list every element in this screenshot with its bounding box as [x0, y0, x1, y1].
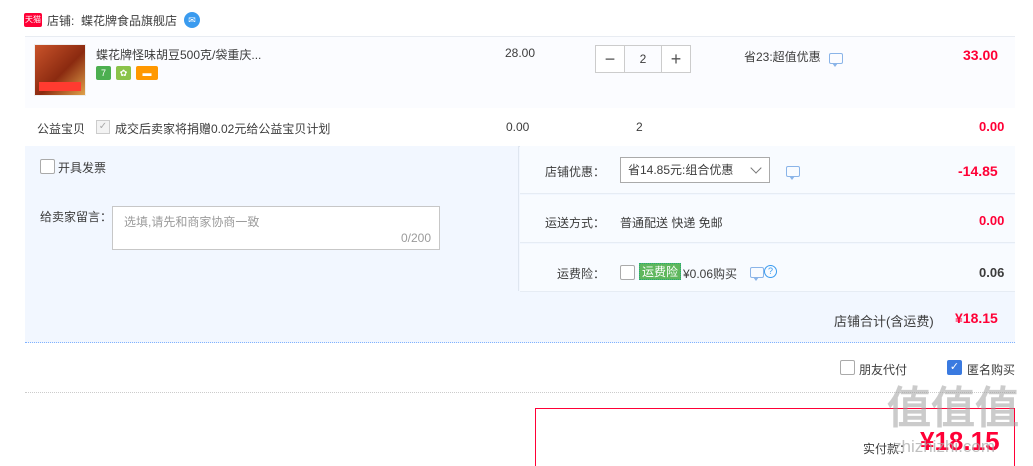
store-total-label: 店铺合计(含运费): [834, 314, 934, 329]
medal-icon[interactable]: ✿: [116, 66, 131, 80]
invoice-label[interactable]: 开具发票: [58, 159, 106, 176]
insurance-message-icon[interactable]: [750, 267, 764, 281]
charity-total: 0.00: [979, 119, 1005, 134]
chevron-down-icon: [750, 162, 762, 174]
seller-note-label: 给卖家留言：: [40, 210, 113, 224]
shipping-value: 普通配送 快递 免邮: [620, 216, 723, 230]
charity-label: 公益宝贝: [37, 122, 86, 136]
item-title-link[interactable]: 蝶花牌怪味胡豆500克/袋重庆...: [96, 46, 286, 63]
item-subtotal: 33.00: [963, 47, 999, 63]
insurance-price: ¥0.06购买: [683, 267, 738, 281]
item-thumbnail[interactable]: [34, 44, 86, 96]
insurance-checkbox[interactable]: [620, 265, 635, 280]
charity-checkbox: ✓: [96, 120, 110, 134]
divider: [25, 392, 1015, 393]
charity-text: 成交后卖家将捐赠0.02元给公益宝贝计划: [115, 122, 331, 136]
anonymous-label[interactable]: 匿名购买: [967, 361, 1015, 378]
watermark-logo: 值值值: [887, 384, 1019, 433]
insurance-amount: 0.06: [979, 265, 1005, 280]
help-icon[interactable]: ?: [764, 265, 777, 278]
discount-message-icon[interactable]: [786, 166, 800, 180]
card-icon[interactable]: ▬: [136, 66, 158, 80]
insurance-label: 运费险：: [557, 267, 606, 281]
quantity-minus-button[interactable]: −: [595, 45, 625, 73]
shop-discount-label: 店铺优惠：: [545, 165, 606, 179]
shop-discount-selected: 省14.85元:组合优惠: [628, 163, 734, 177]
insurance-tag[interactable]: 运费险: [639, 263, 682, 280]
seller-note-input[interactable]: 选填,请先和商家协商一致 0/200: [112, 206, 440, 250]
shop-discount-amount: -14.85: [958, 163, 998, 179]
seven-day-return-icon[interactable]: 7: [96, 66, 111, 80]
seller-note-placeholder: 选填,请先和商家协商一致: [124, 215, 260, 229]
promo-text: 省23:超值优惠: [744, 50, 821, 64]
tmall-badge: 天猫: [24, 13, 42, 27]
chat-bubble-icon[interactable]: ✉: [184, 12, 200, 28]
store-prefix: 店铺:: [47, 14, 75, 28]
quantity-stepper: − 2 +: [595, 45, 691, 73]
invoice-checkbox[interactable]: [40, 159, 55, 174]
store-name-link[interactable]: 蝶花牌食品旗舰店: [81, 12, 177, 29]
unit-price: 28.00: [505, 46, 536, 60]
shop-discount-select[interactable]: 省14.85元:组合优惠: [620, 157, 770, 183]
seller-note-count: 0/200: [400, 231, 431, 245]
quantity-input[interactable]: 2: [625, 45, 661, 73]
store-total-amount: ¥18.15: [955, 310, 998, 326]
anonymous-checkbox[interactable]: ✓: [947, 360, 962, 375]
watermark-url: zhizhizhi.com: [893, 437, 996, 456]
charity-qty: 2: [636, 120, 643, 134]
thumb-tag: [39, 82, 81, 91]
shipping-label: 运送方式：: [545, 216, 606, 230]
friend-pay-label[interactable]: 朋友代付: [859, 361, 907, 378]
promo-message-icon[interactable]: [829, 53, 843, 67]
quantity-plus-button[interactable]: +: [661, 45, 691, 73]
charity-price: 0.00: [506, 120, 530, 134]
friend-pay-checkbox[interactable]: [840, 360, 855, 375]
shipping-amount: 0.00: [979, 213, 1005, 228]
